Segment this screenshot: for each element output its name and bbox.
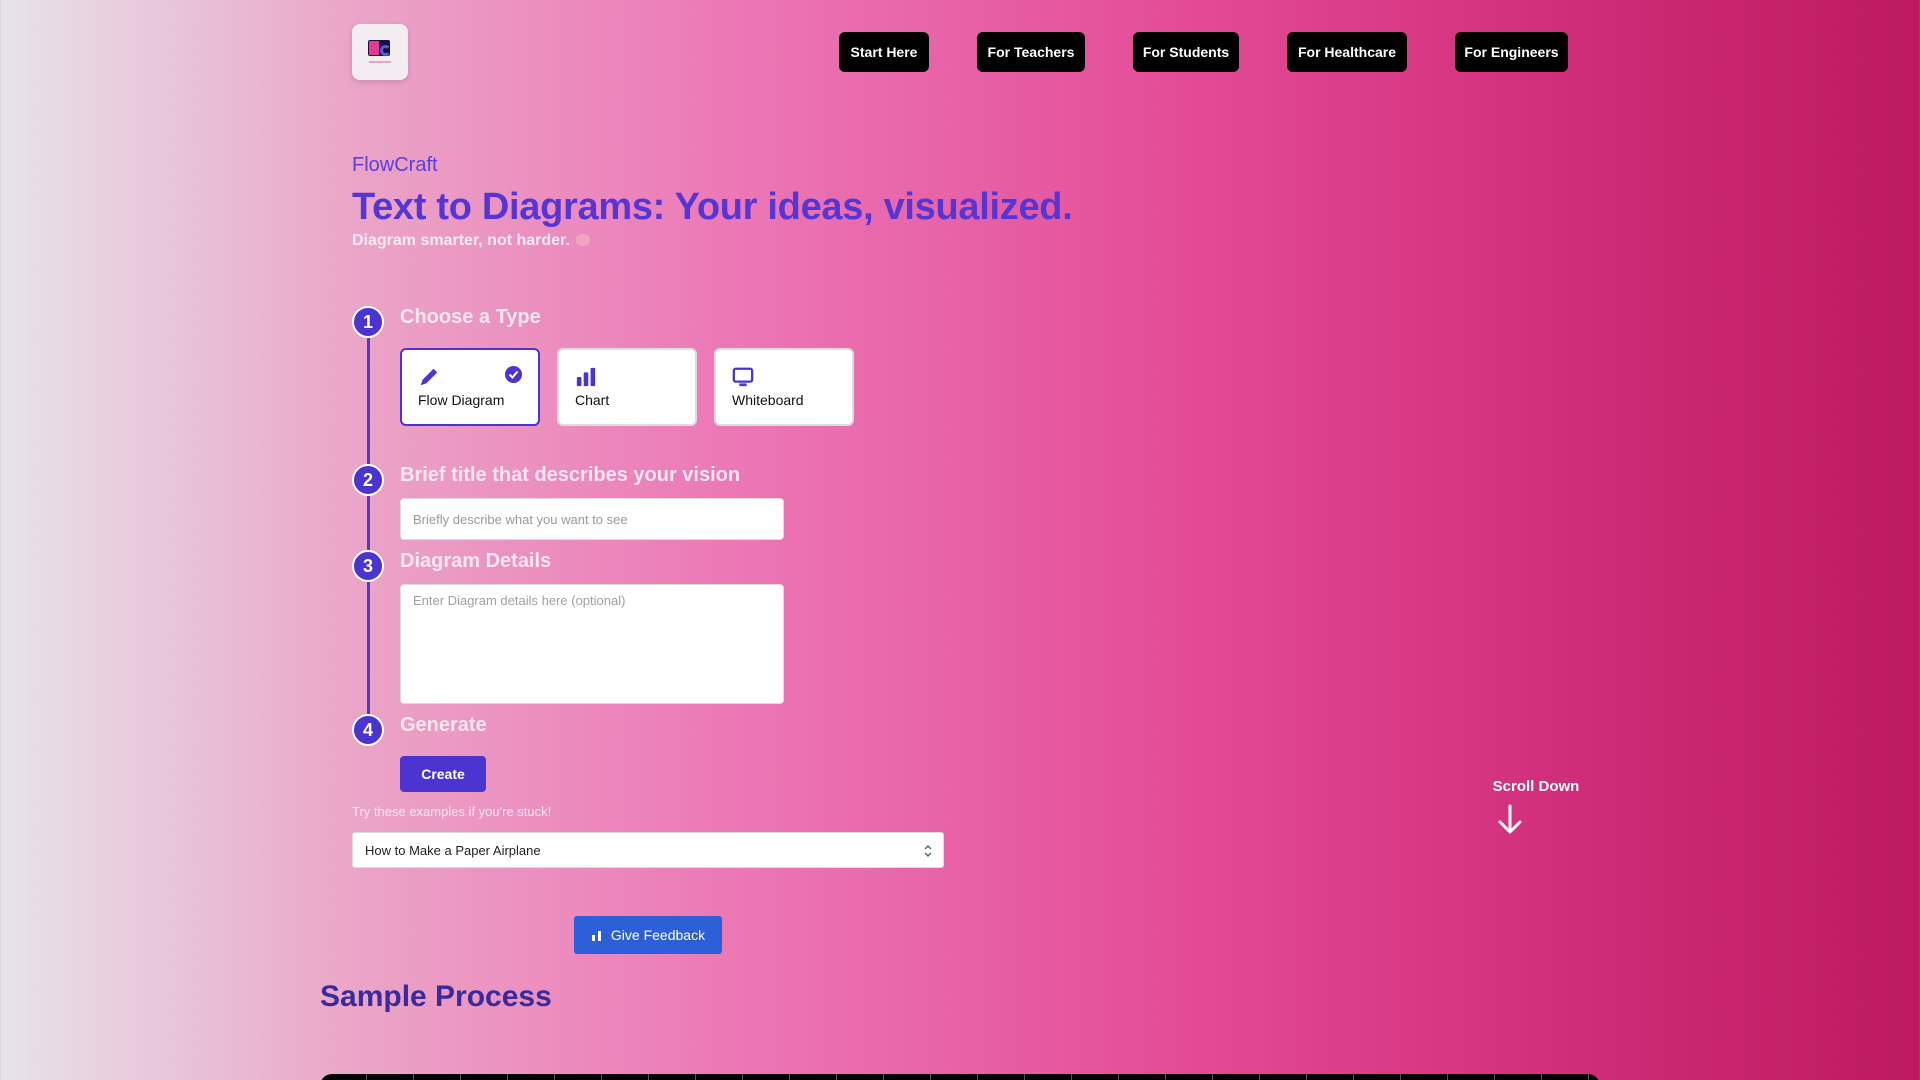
feedback-chart-icon [591,931,601,941]
step-3-number: 3 [352,550,384,582]
nav-for-students[interactable]: For Students [1133,32,1239,72]
brand-name: FlowCraft [352,154,438,176]
feedback-label: Give Feedback [610,927,706,943]
examples-label: Try these examples if you're stuck! [352,804,552,819]
logo[interactable] [352,24,408,80]
page-headline: Text to Diagrams: Your ideas, visualized… [352,186,1073,228]
monitor-icon [732,367,754,387]
type-label: Chart [575,392,610,408]
bar-chart-icon [576,367,596,387]
step-2-number: 2 [352,464,384,496]
sample-process-preview [320,1074,1600,1080]
diagram-title-input[interactable] [400,498,784,540]
nav-for-healthcare[interactable]: For Healthcare [1287,32,1407,72]
give-feedback-button[interactable]: Give Feedback [574,916,722,954]
step-4-title: Generate [400,714,487,736]
flowcraft-logo-icon [365,37,395,67]
nav-for-teachers[interactable]: For Teachers [977,32,1085,72]
arrow-down-icon[interactable] [1496,804,1524,836]
type-label: Flow Diagram [418,392,505,408]
step-1-title: Choose a Type [400,306,541,328]
steps-timeline [367,322,370,730]
diagram-details-textarea[interactable] [400,584,784,704]
nav-start-here[interactable]: Start Here [839,32,929,72]
select-caret-icon [924,844,932,858]
nav-for-engineers[interactable]: For Engineers [1455,32,1568,72]
examples-select[interactable]: How to Make a Paper Airplane [352,832,944,868]
tagline: Diagram smarter, not harder. [352,232,590,250]
type-card-flow-diagram[interactable]: Flow Diagram [400,348,540,426]
sample-process-title: Sample Process [320,980,552,1013]
scroll-down-label[interactable]: Scroll Down [1490,778,1582,795]
selected-check-icon [505,366,522,383]
tagline-text: Diagram smarter, not harder. [352,232,570,249]
step-4-number: 4 [352,714,384,746]
type-label: Whiteboard [732,392,804,408]
type-card-chart[interactable]: Chart [557,348,697,426]
examples-selected-value: How to Make a Paper Airplane [365,842,541,858]
step-1-number: 1 [352,306,384,338]
pencil-icon [420,368,438,386]
create-button[interactable]: Create [400,756,486,792]
step-2-title: Brief title that describes your vision [400,464,741,486]
type-card-whiteboard[interactable]: Whiteboard [714,348,854,426]
brain-icon [575,234,590,246]
step-3-title: Diagram Details [400,550,552,572]
